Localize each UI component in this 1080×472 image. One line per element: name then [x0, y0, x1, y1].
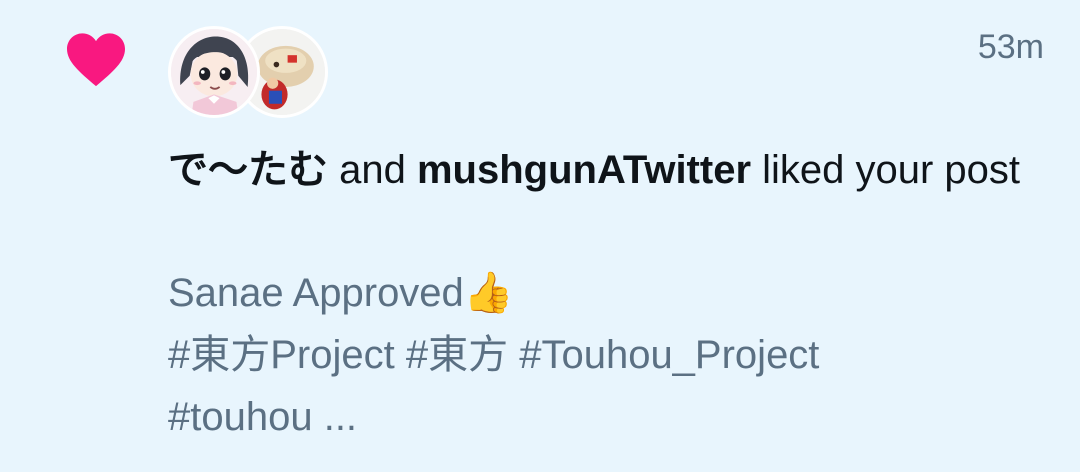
- heart-icon: [67, 33, 125, 87]
- post-text-line-3: #touhou ...: [168, 395, 358, 439]
- post-preview[interactable]: Sanae Approved👍 #東方Project #東方 #Touhou_P…: [168, 262, 1048, 448]
- timestamp: 53m: [977, 28, 1044, 66]
- action-text: liked your post: [751, 148, 1021, 192]
- notification-text: で〜たむ and mushgunATwitter liked your post: [168, 142, 1048, 198]
- notification-item[interactable]: 53m で〜たむ and mushgunATwitter liked your …: [0, 0, 1080, 472]
- post-text-line-1: Sanae Approved👍: [168, 271, 514, 315]
- post-text-line-2: #東方Project #東方 #Touhou_Project: [168, 333, 820, 377]
- user-name-2[interactable]: mushgunATwitter: [417, 148, 751, 192]
- joiner-text: and: [328, 148, 417, 192]
- avatar[interactable]: [168, 26, 260, 118]
- user-name-1[interactable]: で〜たむ: [168, 148, 328, 192]
- avatar-group: [168, 26, 328, 118]
